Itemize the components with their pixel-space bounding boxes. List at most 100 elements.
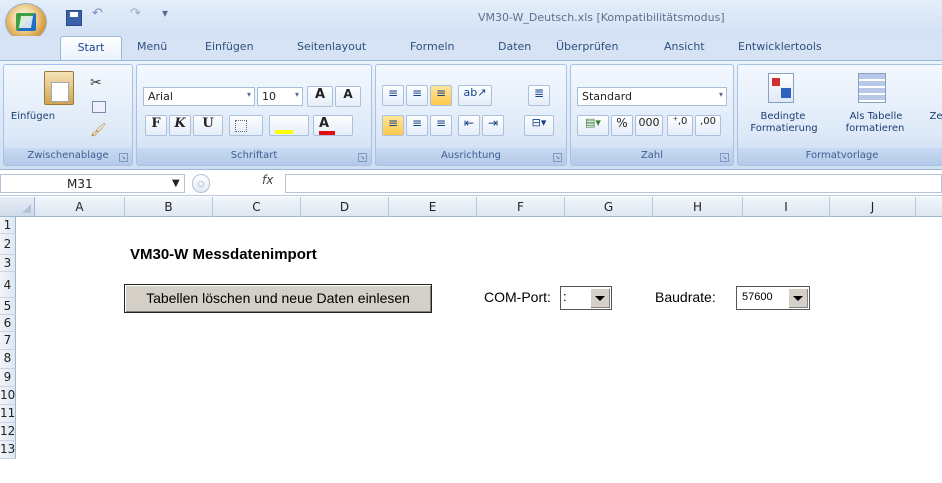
cut-icon[interactable]: ✂	[90, 75, 102, 91]
font-name-combo[interactable]: Arial ▾	[143, 87, 255, 106]
align-left-icon[interactable]: ≡	[382, 115, 404, 136]
increase-decimal-button[interactable]: ⁺,0	[667, 115, 693, 136]
row-header[interactable]: 3	[0, 255, 16, 272]
fill-color-button[interactable]	[269, 115, 309, 136]
qat-menu-icon[interactable]: ▾	[162, 6, 168, 24]
thousands-button[interactable]: 000	[635, 115, 663, 136]
cell-styles-label-partial[interactable]: Ze	[926, 111, 942, 122]
column-header[interactable]: C	[213, 197, 301, 217]
grow-font-button[interactable]: A	[307, 86, 333, 107]
number-format-combo[interactable]: Standard ▾	[577, 87, 727, 106]
select-all-button[interactable]	[0, 197, 35, 217]
font-color-button[interactable]: A	[313, 115, 353, 136]
tab-page-layout[interactable]: Seitenlayout	[297, 40, 366, 53]
conditional-formatting-label-1[interactable]: Bedingte	[742, 111, 824, 122]
align-middle-icon[interactable]: ≡	[406, 85, 428, 106]
row-header[interactable]: 11	[0, 405, 16, 423]
align-center-icon[interactable]: ≡	[406, 115, 428, 136]
wrap-text-icon[interactable]: ≣	[528, 85, 550, 106]
column-header[interactable]: I	[743, 197, 830, 217]
bold-button[interactable]: F	[145, 115, 167, 136]
paste-icon[interactable]	[44, 71, 74, 105]
border-button[interactable]	[229, 115, 263, 136]
row-header[interactable]: 1	[0, 217, 16, 234]
format-as-table-label-2[interactable]: formatieren	[832, 123, 918, 134]
paste-label[interactable]: Einfügen	[8, 111, 58, 122]
group-font: Arial ▾ 10 ▾ A A F K U A Schriftart ↘	[136, 64, 372, 166]
align-top-icon[interactable]: ≡	[382, 85, 404, 106]
tab-formulas[interactable]: Formeln	[410, 40, 455, 53]
column-header[interactable]: F	[477, 197, 565, 217]
column-header[interactable]: A	[35, 197, 125, 217]
currency-icon[interactable]: ▤▾	[577, 115, 609, 136]
baudrate-value: 57600	[742, 291, 773, 303]
decrease-decimal-button[interactable]: ,00	[695, 115, 721, 136]
column-header[interactable]: B	[125, 197, 213, 217]
com-port-dropdown[interactable]	[560, 286, 612, 310]
com-port-value: :	[563, 289, 567, 304]
chevron-down-icon[interactable]	[590, 288, 610, 308]
column-header[interactable]: E	[389, 197, 477, 217]
row-header[interactable]: 9	[0, 369, 16, 387]
chevron-down-icon: ▾	[718, 90, 723, 99]
tab-developer[interactable]: Entwicklertools	[738, 40, 822, 53]
shrink-font-button[interactable]: A	[335, 86, 361, 107]
row-header[interactable]: 2	[0, 234, 16, 255]
merge-center-icon[interactable]: ⊟▾	[524, 115, 554, 136]
tab-view[interactable]: Ansicht	[664, 40, 705, 53]
copy-icon[interactable]	[92, 101, 106, 113]
row-header[interactable]: 4	[0, 272, 16, 298]
conditional-formatting-label-2[interactable]: Formatierung	[738, 123, 830, 134]
orientation-icon[interactable]: ab↗	[458, 85, 492, 106]
formula-input[interactable]	[285, 174, 942, 193]
font-size-combo[interactable]: 10 ▾	[257, 87, 303, 106]
format-as-table-label-1[interactable]: Als Tabelle	[838, 111, 914, 122]
tab-insert[interactable]: Einfügen	[205, 40, 254, 53]
group-label-styles: Formatvorlage	[738, 148, 942, 165]
insert-function-icon[interactable]: fx	[262, 173, 273, 187]
row-header[interactable]: 13	[0, 441, 16, 459]
underline-button[interactable]: U	[193, 115, 223, 136]
format-as-table-icon[interactable]	[858, 73, 886, 103]
tab-start[interactable]: Start	[60, 36, 122, 61]
save-icon[interactable]	[66, 10, 82, 26]
tab-review[interactable]: Überprüfen	[556, 40, 618, 53]
group-clipboard: Einfügen ✂ 🖌 Zwischenablage ↘	[3, 64, 133, 166]
align-bottom-icon[interactable]: ≡	[430, 85, 452, 106]
tab-data[interactable]: Daten	[498, 40, 531, 53]
column-header[interactable]: G	[565, 197, 653, 217]
italic-button[interactable]: K	[169, 115, 191, 136]
decrease-indent-icon[interactable]: ⇤	[458, 115, 480, 136]
tab-menu[interactable]: Menü	[137, 40, 167, 53]
office-button[interactable]	[6, 4, 46, 40]
number-launcher-icon[interactable]: ↘	[720, 153, 729, 162]
name-box[interactable]: M31	[0, 174, 185, 193]
group-number: Standard ▾ ▤▾ % 000 ⁺,0 ,00 Zahl ↘	[570, 64, 734, 166]
column-header[interactable]: J	[830, 197, 916, 217]
align-right-icon[interactable]: ≡	[430, 115, 452, 136]
conditional-formatting-icon[interactable]	[768, 73, 794, 103]
column-header[interactable]: H	[653, 197, 743, 217]
row-header[interactable]: 6	[0, 315, 16, 332]
increase-indent-icon[interactable]: ⇥	[482, 115, 504, 136]
row-header[interactable]: 10	[0, 387, 16, 405]
formula-bar-expander-icon[interactable]: ○	[192, 174, 210, 193]
column-header-row: A B C D E F G H I J	[0, 197, 942, 217]
chevron-down-icon[interactable]: ▼	[172, 178, 180, 189]
row-header[interactable]: 12	[0, 423, 16, 441]
undo-icon[interactable]: ↶	[92, 6, 103, 24]
fill-color-icon	[275, 130, 293, 134]
redo-icon[interactable]: ↷	[130, 6, 141, 24]
row-header[interactable]: 7	[0, 332, 16, 350]
import-data-button[interactable]: Tabellen löschen und neue Daten einlesen	[124, 284, 432, 313]
row-header[interactable]: 5	[0, 298, 16, 315]
alignment-launcher-icon[interactable]: ↘	[553, 153, 562, 162]
column-header[interactable]: D	[301, 197, 389, 217]
percent-button[interactable]: %	[611, 115, 633, 136]
clipboard-launcher-icon[interactable]: ↘	[119, 153, 128, 162]
font-launcher-icon[interactable]: ↘	[358, 153, 367, 162]
format-painter-icon[interactable]: 🖌	[90, 123, 107, 138]
chevron-down-icon[interactable]	[788, 288, 808, 308]
row-header[interactable]: 8	[0, 350, 16, 369]
sheet-heading: VM30-W Messdatenimport	[130, 246, 317, 263]
